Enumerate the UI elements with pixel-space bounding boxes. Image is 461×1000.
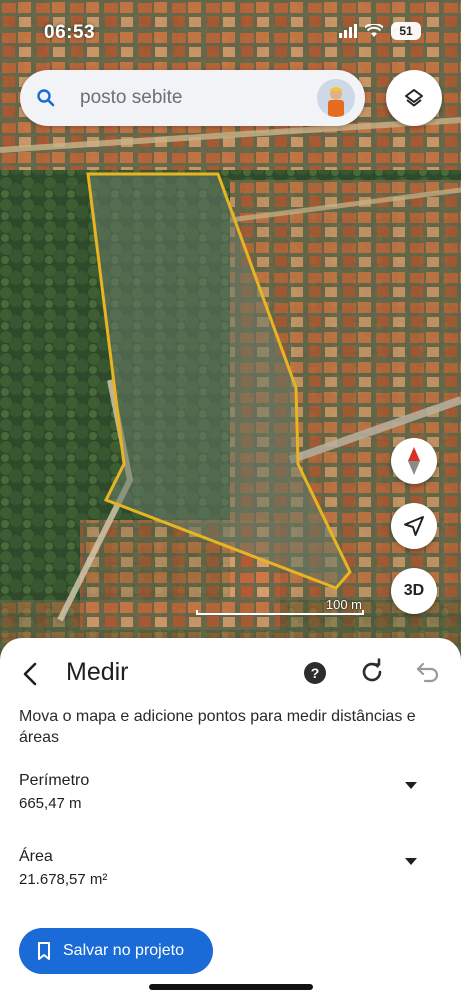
perimeter-label: Perímetro — [19, 772, 90, 789]
layers-button[interactable] — [386, 70, 442, 126]
wifi-icon — [365, 24, 383, 37]
satellite-map[interactable]: 06:53 51 posto sebite 3D 100 m — [0, 0, 461, 670]
save-to-project-button[interactable]: Salvar no projeto — [19, 928, 213, 974]
save-button-label: Salvar no projeto — [63, 942, 184, 959]
undo-icon[interactable] — [414, 658, 442, 686]
compass-button[interactable] — [391, 438, 437, 484]
bookmark-icon — [38, 942, 50, 960]
measure-panel: Medir ? Mova o mapa e adicione pontos pa… — [0, 638, 461, 1000]
avatar-image — [317, 79, 355, 117]
dropdown-arrow-icon[interactable] — [405, 858, 417, 865]
perimeter-value: 665,47 m — [19, 795, 82, 812]
search-input[interactable]: posto sebite — [80, 87, 317, 109]
screen: 06:53 51 posto sebite 3D 100 m Medir ? M… — [0, 0, 461, 1000]
compass-icon — [408, 447, 420, 475]
area-label: Área — [19, 848, 53, 865]
perimeter-row[interactable]: Perímetro 665,47 m — [19, 772, 439, 812]
3d-toggle-button[interactable]: 3D — [391, 568, 437, 614]
navigation-arrow-icon — [404, 516, 424, 536]
back-arrow-icon — [23, 662, 37, 686]
status-indicators: 51 — [339, 22, 421, 40]
status-bar: 06:53 51 — [0, 18, 461, 50]
avatar[interactable] — [317, 79, 355, 117]
my-location-button[interactable] — [391, 503, 437, 549]
area-value: 21.678,57 m² — [19, 871, 108, 888]
scale-bar — [196, 610, 364, 615]
battery-indicator: 51 — [391, 22, 421, 40]
back-button[interactable] — [14, 658, 46, 690]
help-icon[interactable]: ? — [304, 662, 326, 684]
panel-title: Medir — [66, 658, 129, 686]
instructions-text: Mova o mapa e adicione pontos para medir… — [19, 708, 416, 746]
search-bar[interactable]: posto sebite — [20, 70, 365, 126]
refresh-icon[interactable] — [358, 658, 386, 686]
map-scale: 100 m — [196, 597, 364, 615]
layers-icon — [405, 89, 423, 107]
dropdown-arrow-icon[interactable] — [405, 782, 417, 789]
search-icon — [37, 89, 55, 107]
status-time: 06:53 — [44, 22, 96, 43]
signal-icon — [339, 24, 357, 38]
area-row[interactable]: Área 21.678,57 m² — [19, 848, 439, 888]
home-indicator[interactable] — [149, 984, 313, 990]
panel-header: Medir ? — [0, 654, 461, 694]
